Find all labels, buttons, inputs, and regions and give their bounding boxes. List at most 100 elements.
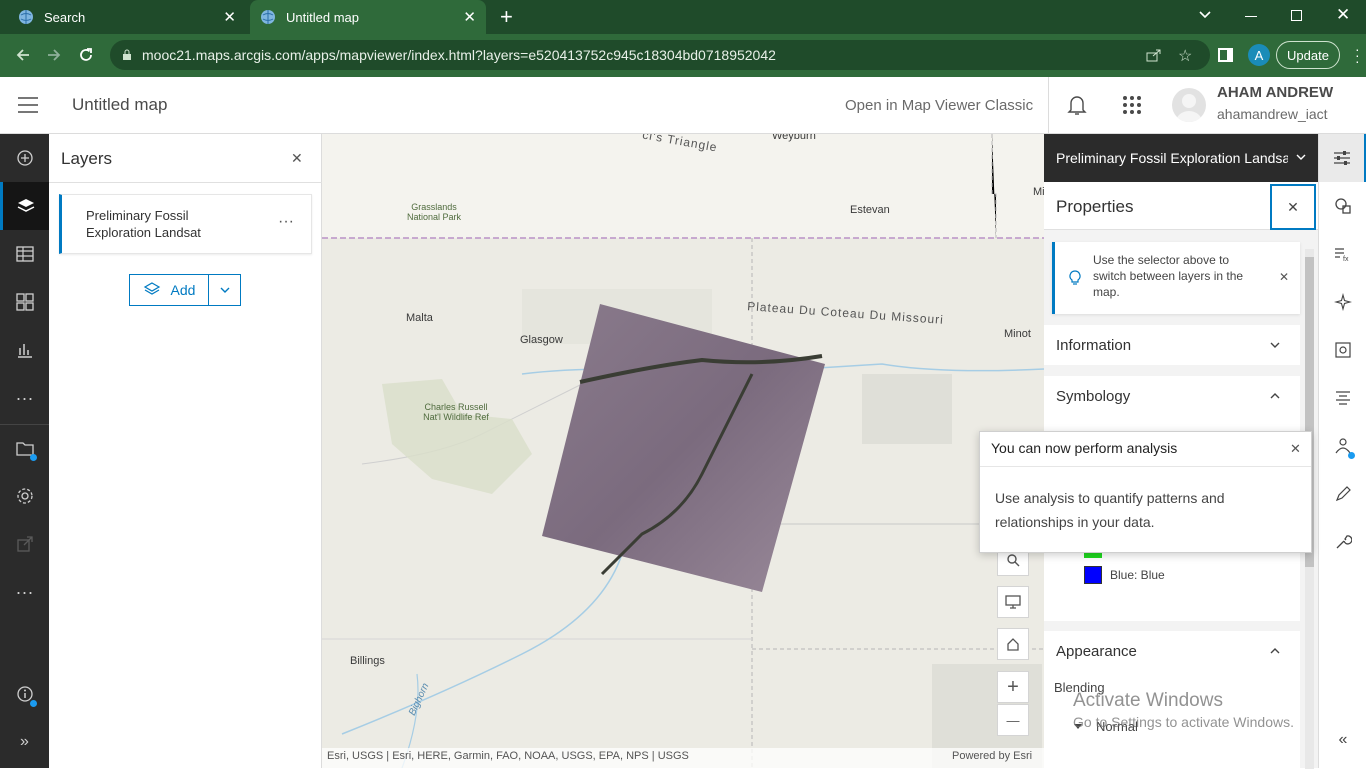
- close-popover-icon[interactable]: ✕: [1290, 441, 1301, 457]
- basemap-gallery-icon[interactable]: [0, 278, 49, 326]
- add-label: Add: [170, 282, 196, 298]
- profile-avatar[interactable]: A: [1248, 44, 1270, 66]
- map-title[interactable]: Untitled map: [72, 95, 167, 115]
- analysis-icon[interactable]: [1319, 422, 1366, 470]
- styles-icon[interactable]: [1319, 182, 1366, 230]
- charts-icon[interactable]: [0, 326, 49, 374]
- place-label: Malta: [406, 312, 433, 324]
- symbology-section[interactable]: Symbology: [1044, 376, 1300, 416]
- svg-text:fx: fx: [1343, 256, 1349, 262]
- notification-dot: [30, 700, 37, 707]
- map-properties-gear-icon[interactable]: [0, 472, 49, 520]
- tip-notice: Use the selector above to switch between…: [1052, 242, 1300, 314]
- layer-options-icon[interactable]: ···: [278, 213, 294, 231]
- window-close-icon[interactable]: ✕: [1336, 5, 1350, 25]
- place-label: Estevan: [850, 204, 890, 216]
- tools-wrench-icon[interactable]: [1319, 518, 1366, 566]
- tab-untitled-map[interactable]: Untitled map ✕: [250, 0, 486, 34]
- powered-by-esri[interactable]: Powered by Esri: [952, 750, 1032, 762]
- zoom-in-button[interactable]: +: [997, 671, 1029, 703]
- notifications-bell-icon[interactable]: [1067, 94, 1087, 116]
- forward-icon[interactable]: [45, 46, 63, 64]
- info-icon[interactable]: [0, 670, 49, 718]
- back-icon[interactable]: [14, 46, 32, 64]
- sidebar-toggle-icon[interactable]: [1218, 48, 1233, 62]
- more-tools-icon[interactable]: ···: [0, 374, 49, 422]
- place-label: Weyburn: [772, 134, 816, 142]
- effects-icon[interactable]: [1319, 278, 1366, 326]
- browser-menu-icon[interactable]: · · ·: [1355, 42, 1360, 68]
- open-classic-link[interactable]: Open in Map Viewer Classic: [845, 97, 1033, 114]
- place-label: Billings: [350, 655, 385, 667]
- close-tab-icon[interactable]: ✕: [463, 8, 476, 26]
- user-name[interactable]: AHAM ANDREW: [1217, 84, 1333, 101]
- functions-icon[interactable]: fx: [1319, 230, 1366, 278]
- panel-title: Properties: [1056, 197, 1134, 216]
- properties-icon[interactable]: [1319, 134, 1366, 182]
- bookmark-star-icon[interactable]: ☆: [1178, 46, 1192, 66]
- blue-band-label: Blue: Blue: [1110, 568, 1165, 582]
- section-title: Symbology: [1056, 387, 1131, 405]
- appearance-section[interactable]: Appearance: [1044, 631, 1300, 671]
- analysis-popover: You can now perform analysis ✕ Use analy…: [979, 431, 1312, 553]
- left-toolbar: ··· ··· »: [0, 134, 49, 768]
- add-layer-button[interactable]: Add: [129, 274, 209, 306]
- close-panel-icon[interactable]: ✕: [291, 150, 303, 167]
- park-label: Grasslands National Park: [406, 202, 462, 222]
- information-section[interactable]: Information: [1044, 325, 1300, 365]
- raster-functions-icon[interactable]: [1319, 326, 1366, 374]
- map-view[interactable]: Weyburn Estevan Malta Glasgow Minot Bill…: [322, 134, 1044, 768]
- divider: [1048, 77, 1049, 133]
- zoom-out-button[interactable]: —: [997, 704, 1029, 736]
- add-layer-icon[interactable]: [0, 134, 49, 182]
- table-icon[interactable]: [0, 230, 49, 278]
- url-text: mooc21.maps.arcgis.com/apps/mapviewer/in…: [142, 47, 776, 63]
- add-dropdown-button[interactable]: [208, 274, 241, 306]
- labels-icon[interactable]: [1319, 374, 1366, 422]
- hamburger-menu-icon[interactable]: [18, 97, 38, 113]
- save-map-icon[interactable]: [0, 424, 49, 472]
- park-label: Charles Russell Nat'l Wildlife Ref: [423, 402, 489, 422]
- notification-dot: [30, 454, 37, 461]
- tab-search[interactable]: Search ✕: [8, 0, 246, 34]
- layer-selector[interactable]: Preliminary Fossil Exploration Landsat: [1044, 134, 1318, 182]
- close-tip-icon[interactable]: ✕: [1279, 270, 1289, 284]
- minimize-icon[interactable]: [1245, 16, 1257, 17]
- new-tab-button[interactable]: +: [500, 4, 513, 30]
- home-icon[interactable]: [997, 628, 1029, 660]
- lightbulb-icon: [1069, 270, 1081, 286]
- tab-search-dropdown-icon[interactable]: [1198, 10, 1212, 20]
- browser-address-bar: mooc21.maps.arcgis.com/apps/mapviewer/in…: [0, 34, 1366, 77]
- browser-tab-bar: Search ✕ Untitled map ✕ + ✕: [0, 0, 1366, 34]
- update-button[interactable]: Update: [1276, 41, 1340, 69]
- close-tab-icon[interactable]: ✕: [223, 8, 236, 26]
- restore-icon[interactable]: [1291, 10, 1302, 21]
- panel-title: Layers: [61, 149, 113, 168]
- expand-panel-icon[interactable]: »: [0, 718, 49, 766]
- layers-icon: [143, 282, 161, 298]
- properties-header: Properties ✕: [1044, 182, 1318, 230]
- url-bar[interactable]: mooc21.maps.arcgis.com/apps/mapviewer/in…: [110, 40, 1210, 70]
- popover-body: Use analysis to quantify patterns and re…: [995, 490, 1225, 530]
- collapse-panel-icon[interactable]: «: [1319, 716, 1366, 764]
- app-launcher-icon[interactable]: [1122, 95, 1142, 115]
- chevron-down-icon: [220, 287, 230, 293]
- chevron-down-icon: [1270, 342, 1280, 348]
- tab-title: Search: [44, 9, 86, 25]
- layers-icon[interactable]: [0, 182, 49, 230]
- watermark-title: Activate Windows: [1073, 690, 1223, 711]
- close-properties-button[interactable]: ✕: [1270, 184, 1316, 230]
- share-icon[interactable]: [1146, 48, 1162, 62]
- more-options-icon[interactable]: ···: [0, 568, 49, 616]
- section-title: Appearance: [1056, 642, 1137, 660]
- share-map-icon[interactable]: [0, 520, 49, 568]
- chevron-up-icon: [1270, 393, 1280, 399]
- section-title: Information: [1056, 336, 1132, 354]
- sketch-icon[interactable]: [1319, 470, 1366, 518]
- activation-watermark: Activate Windows Go to Settings to activ…: [1073, 690, 1294, 730]
- blue-swatch: [1084, 566, 1102, 584]
- reload-icon[interactable]: [77, 46, 95, 64]
- user-avatar[interactable]: [1172, 88, 1206, 122]
- fullscreen-icon[interactable]: [997, 586, 1029, 618]
- layer-item[interactable]: Preliminary Fossil Exploration Landsat ·…: [59, 194, 312, 254]
